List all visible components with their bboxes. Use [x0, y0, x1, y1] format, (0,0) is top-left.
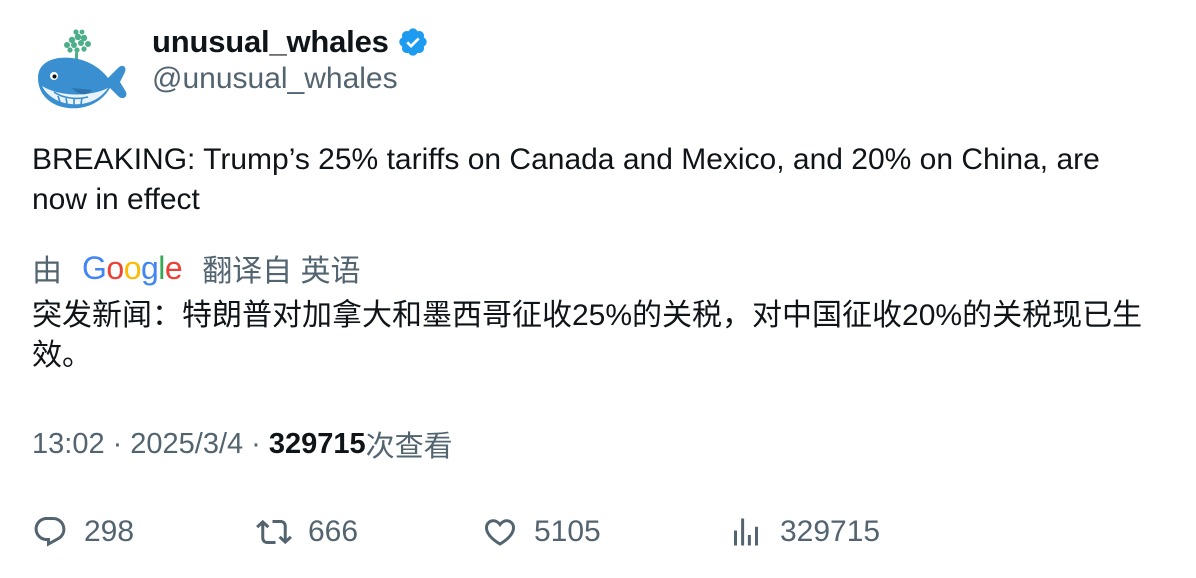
- google-logo: Google: [82, 249, 183, 286]
- translation-suffix: 翻译自 英语: [202, 255, 361, 288]
- reply-button[interactable]: 298: [32, 514, 256, 550]
- tweet-text: BREAKING: Trump’s 25% tariffs on Canada …: [32, 143, 1100, 216]
- translation-prefix: 由: [32, 255, 62, 288]
- translation-attribution: 由 Google 翻译自 英语: [32, 247, 361, 289]
- retweet-count: 666: [308, 515, 359, 548]
- views-count: 329715: [268, 427, 366, 460]
- author-display-name[interactable]: unusual_whales: [152, 24, 389, 60]
- action-bar: 298 666 5105 329715: [32, 510, 1172, 554]
- views-action-count: 329715: [780, 515, 881, 548]
- retweet-button[interactable]: 666: [256, 514, 482, 550]
- reply-count: 298: [84, 515, 135, 548]
- tweet-date[interactable]: 2025/3/4: [130, 428, 243, 461]
- views-button[interactable]: 329715: [728, 514, 880, 550]
- like-count: 5105: [534, 515, 601, 548]
- retweet-icon: [256, 519, 292, 545]
- views-label: 次查看: [365, 431, 453, 463]
- verified-badge-icon: [399, 28, 427, 56]
- tweet-time[interactable]: 13:02: [32, 428, 105, 461]
- whale-logo-icon: [38, 29, 127, 109]
- tweet-card: unusual_whales @unusual_whales BREAKING:…: [0, 0, 1196, 578]
- meta-separator: ·: [112, 427, 123, 460]
- reply-icon: [34, 517, 66, 547]
- meta-separator: ·: [251, 427, 261, 460]
- author-name-row[interactable]: unusual_whales: [152, 22, 429, 62]
- avatar[interactable]: [32, 26, 128, 116]
- like-button[interactable]: 5105: [482, 514, 728, 550]
- translated-text: 突发新闻：特朗普对加拿大和墨西哥征收25%的关税，对中国征收20%的关税现已生效…: [32, 299, 1143, 372]
- heart-icon: [484, 519, 516, 546]
- analytics-icon: [734, 518, 758, 546]
- author-handle[interactable]: @unusual_whales: [152, 62, 398, 96]
- tweet-meta: 13:02 · 2025/3/4 · 329715 次查看: [32, 424, 453, 464]
